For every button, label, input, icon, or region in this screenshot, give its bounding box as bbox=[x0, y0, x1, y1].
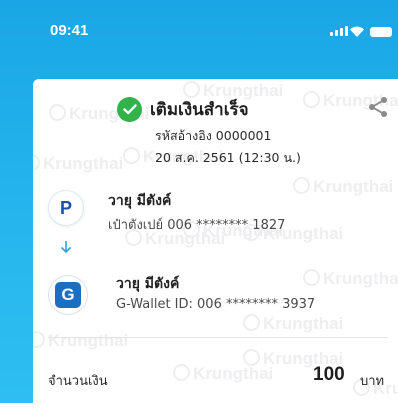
to-account-number: G-Wallet ID: 006 ******** 3937 bbox=[116, 297, 316, 312]
success-check-icon bbox=[117, 97, 142, 122]
paotang-logo-letter: P bbox=[59, 197, 72, 218]
watermark: Krungthai bbox=[33, 154, 123, 174]
watermark: Krungthai bbox=[243, 314, 343, 334]
watermark: Krungthai bbox=[33, 331, 128, 351]
gwallet-logo-letter: G bbox=[55, 282, 81, 308]
amount-unit: บาท bbox=[360, 374, 385, 389]
divider bbox=[48, 337, 388, 338]
status-time: 09:41 bbox=[50, 22, 89, 39]
transaction-datetime: 20 ส.ค. 2561 (12:30 น.) bbox=[155, 150, 301, 165]
share-icon[interactable] bbox=[366, 95, 390, 119]
watermark: Krungthai bbox=[293, 177, 393, 197]
receipt-title: เติมเงินสำเร็จ bbox=[150, 100, 249, 120]
to-account-name: วายุ มีตังค์ bbox=[116, 276, 180, 292]
cellular-signal-icon bbox=[330, 26, 348, 36]
wifi-icon bbox=[350, 26, 364, 37]
from-account-number: เป๋าตังเปย์ 006 ******** 1827 bbox=[108, 218, 286, 233]
reference-number: รหัสอ้างอิง 0000001 bbox=[155, 128, 272, 143]
from-account-name: วายุ มีตังค์ bbox=[108, 193, 172, 209]
arrow-down-icon bbox=[60, 241, 72, 254]
watermark: Krungthai bbox=[303, 269, 398, 289]
status-bar: 09:41 bbox=[0, 0, 398, 60]
battery-icon bbox=[370, 27, 392, 37]
amount-value: 100 bbox=[313, 364, 345, 385]
paotang-pay-logo-icon: P bbox=[48, 190, 84, 226]
amount-label: จำนวนเงิน bbox=[48, 374, 108, 389]
gwallet-logo-icon: G bbox=[48, 275, 88, 315]
watermark: Krungthai bbox=[173, 364, 273, 384]
receipt-header: เติมเงินสำเร็จ bbox=[117, 96, 249, 123]
